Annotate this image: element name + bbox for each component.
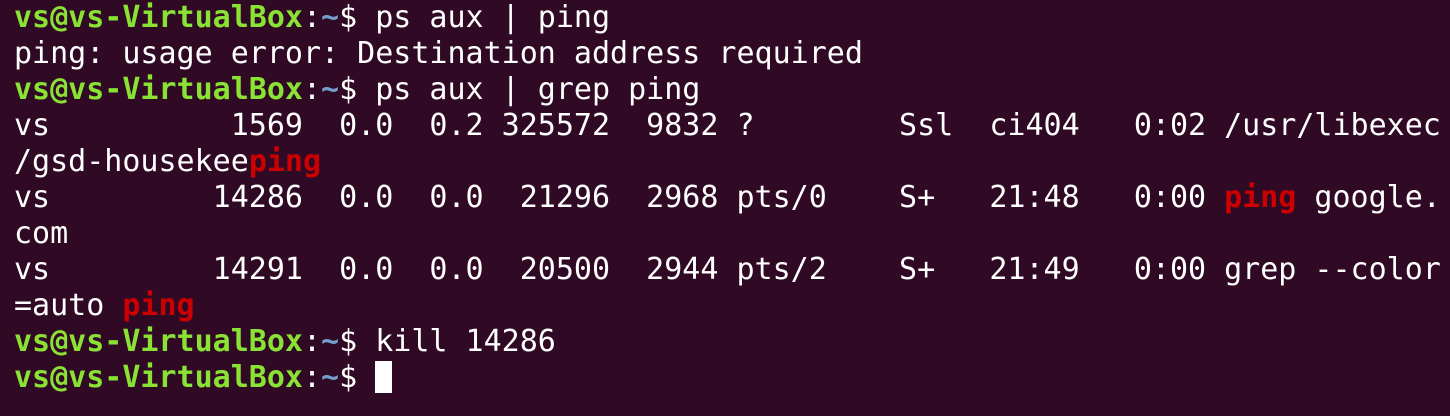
terminal-line-9: =auto ping	[14, 288, 1450, 324]
terminal-line-1: vs@vs-VirtualBox:~$ ps aux | ping	[14, 0, 1450, 36]
prompt-separator: :	[302, 72, 322, 107]
process-row-text: vs 1569 0.0 0.2 325572 9832 ? Ssl сі404 …	[14, 108, 1441, 143]
terminal-line-6: vs 14286 0.0 0.0 21296 2968 pts/0 S+ 21:…	[14, 180, 1450, 216]
process-row-text: vs 14286 0.0 0.0 21296 2968 pts/0 S+ 21:…	[14, 180, 1225, 215]
process-row-text: =auto	[14, 288, 123, 323]
terminal-window[interactable]: vs@vs-VirtualBox:~$ ps aux | ping ping: …	[0, 0, 1450, 416]
prompt-separator: :	[302, 0, 322, 35]
terminal-line-7: com	[14, 216, 1450, 252]
process-row-text: /gsd-housekee	[14, 144, 249, 179]
prompt-path: ~	[321, 324, 340, 359]
prompt-separator: :	[302, 360, 322, 395]
command-text: ps aux | ping	[375, 0, 611, 35]
process-row-text: com	[14, 216, 69, 251]
terminal-line-10: vs@vs-VirtualBox:~$ kill 14286	[14, 324, 1450, 360]
prompt-sign: $	[339, 0, 376, 35]
terminal-line-3: vs@vs-VirtualBox:~$ ps aux | grep ping	[14, 72, 1450, 108]
output-text: ping: usage error: Destination address r…	[14, 36, 863, 71]
prompt-user-host: vs@vs-VirtualBox	[14, 360, 303, 395]
prompt-sign: $	[339, 360, 376, 395]
terminal-line-5: /gsd-housekeeping	[14, 144, 1450, 180]
prompt-user-host: vs@vs-VirtualBox	[14, 72, 303, 107]
terminal-line-2: ping: usage error: Destination address r…	[14, 36, 1450, 72]
process-row-text: vs 14291 0.0 0.0 20500 2944 pts/2 S+ 21:…	[14, 252, 1441, 287]
prompt-path: ~	[321, 360, 340, 395]
terminal-line-11[interactable]: vs@vs-VirtualBox:~$	[14, 360, 1450, 396]
process-row-text: google.	[1296, 180, 1441, 215]
grep-match-highlight: ping	[1224, 180, 1297, 215]
grep-match-highlight: ping	[248, 144, 322, 179]
prompt-path: ~	[321, 0, 340, 35]
terminal-line-8: vs 14291 0.0 0.0 20500 2944 pts/2 S+ 21:…	[14, 252, 1450, 288]
prompt-separator: :	[302, 324, 322, 359]
prompt-user-host: vs@vs-VirtualBox	[14, 0, 303, 35]
grep-match-highlight: ping	[122, 288, 195, 323]
text-cursor	[375, 361, 393, 393]
command-text: kill 14286	[375, 324, 556, 359]
prompt-user-host: vs@vs-VirtualBox	[14, 324, 303, 359]
terminal-line-4: vs 1569 0.0 0.2 325572 9832 ? Ssl сі404 …	[14, 108, 1450, 144]
prompt-sign: $	[339, 324, 376, 359]
command-text: ps aux | grep ping	[375, 72, 701, 107]
prompt-path: ~	[321, 72, 340, 107]
prompt-sign: $	[339, 72, 376, 107]
